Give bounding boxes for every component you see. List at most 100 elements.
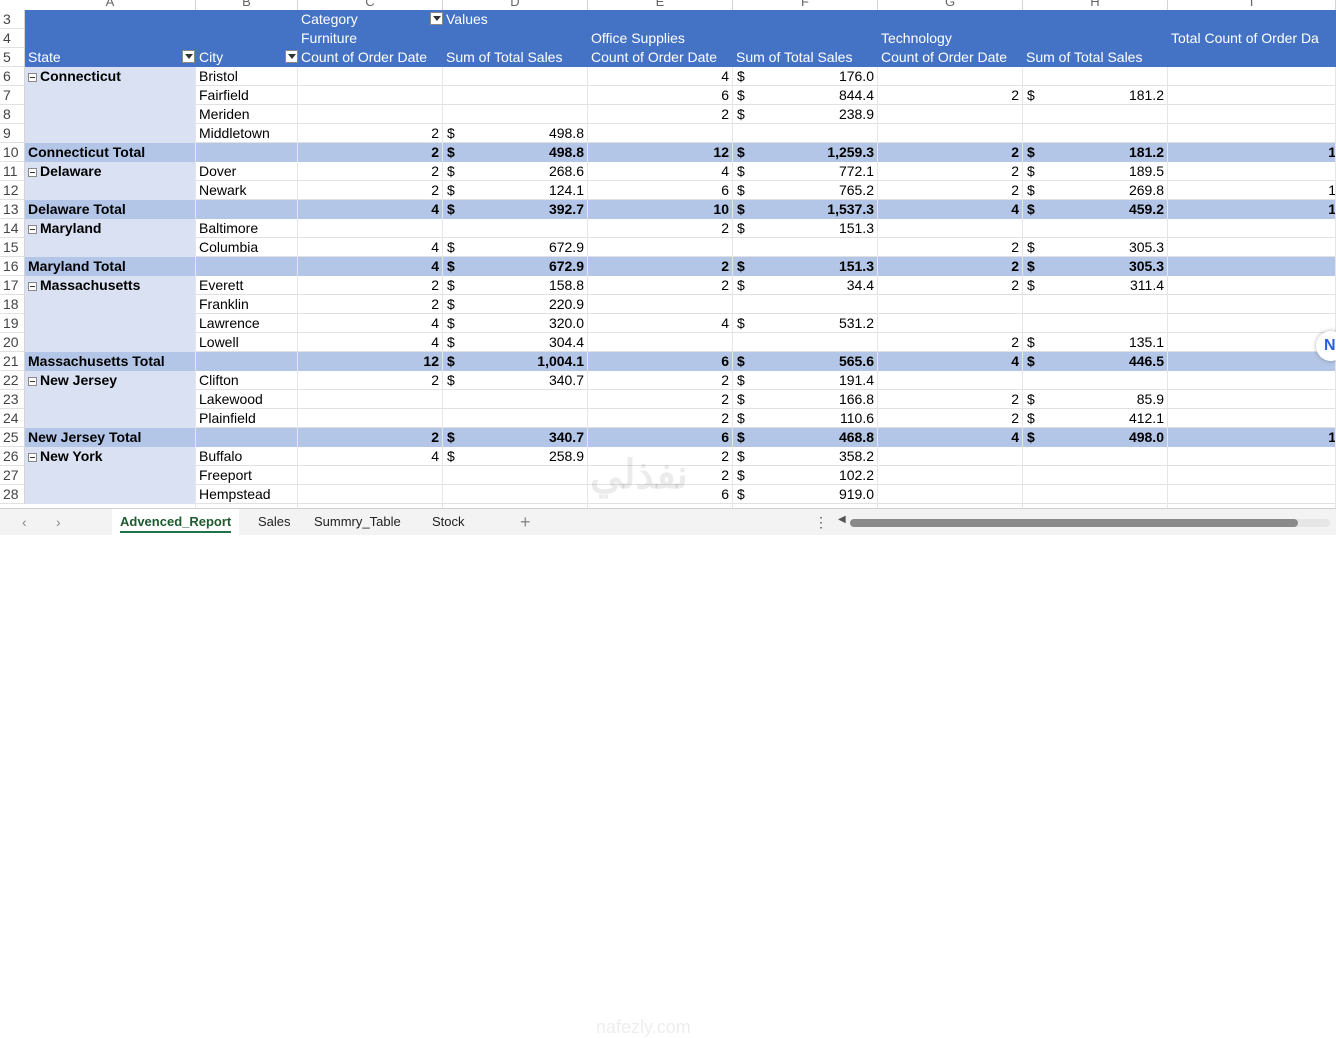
add-sheet-button[interactable]: + [520,509,531,535]
sheet-tab-summry_table[interactable]: Summry_Table [306,509,409,535]
values-header-label: Values [443,10,588,29]
state-column-background [25,86,196,105]
column-letter-8[interactable]: I [1168,0,1336,10]
sales-value: 498.8 [548,125,584,141]
row-number[interactable]: 14 [0,219,25,238]
state-column-background [25,333,196,352]
count-value [588,333,733,352]
row-number[interactable]: 22 [0,371,25,390]
state-name: Maryland [40,220,102,236]
row-number[interactable]: 5 [0,48,25,67]
sales-value [1023,219,1168,238]
row-number[interactable]: 9 [0,124,25,143]
prev-sheet-icon[interactable]: ‹ [22,509,27,535]
scroll-thumb[interactable] [850,519,1298,527]
row-number[interactable]: 25 [0,428,25,447]
row-number[interactable]: 26 [0,447,25,466]
count-value: 2 [721,106,729,122]
row-number[interactable]: 3 [0,10,25,29]
grand-total-count-value: 1 [1328,144,1336,160]
sales-value [1023,295,1168,314]
column-letter-4[interactable]: E [588,0,733,10]
row-number[interactable]: 7 [0,86,25,105]
column-gridline [732,67,733,508]
count-value: 4 [431,239,439,255]
grand-total-count-value [1168,276,1336,295]
sheet-tab-advenced_report[interactable]: Advenced_Report [112,509,240,535]
count-value: 4 [721,68,729,84]
collapse-icon[interactable] [28,452,37,462]
count-value: 2 [1011,258,1019,274]
row-number[interactable]: 21 [0,352,25,371]
column-gridline [877,67,878,508]
row-number[interactable]: 11 [0,162,25,181]
grand-total-count-value [1168,238,1336,257]
category-filter-button[interactable] [430,12,443,25]
sales-value: 565.6 [838,353,874,369]
sales-value: 191.4 [838,372,874,388]
row-number[interactable]: 12 [0,181,25,200]
column-letter-0[interactable]: A [25,0,196,10]
grand-total-count-value [1168,314,1336,333]
city-label: Columbia [199,239,259,255]
row-number[interactable]: 16 [0,257,25,276]
city-label: Franklin [199,296,249,312]
column-letter-1[interactable]: B [196,0,298,10]
collapse-icon[interactable] [28,281,37,291]
sheet-tab-stock[interactable]: Stock [424,509,473,535]
sales-value: 446.5 [1128,353,1164,369]
state-filter-button[interactable] [182,50,195,63]
city-filter-button[interactable] [285,50,298,63]
row-number[interactable]: 15 [0,238,25,257]
row-number[interactable]: 13 [0,200,25,219]
row-number[interactable]: 10 [0,143,25,162]
collapse-icon[interactable] [28,376,37,386]
sales-value [1023,105,1168,124]
row-number[interactable]: 17 [0,276,25,295]
count-value [298,466,443,485]
sales-value [733,295,878,314]
sales-value: 181.2 [1128,144,1164,160]
column-letter-3[interactable]: D [443,0,588,10]
collapse-icon[interactable] [28,224,37,234]
row-number[interactable]: 4 [0,29,25,48]
watermark-url: nafezly.com [596,1017,691,1037]
state-column-background [25,295,196,314]
sheet-tab-sales[interactable]: Sales [250,509,299,535]
city-label: Plainfield [199,410,256,426]
next-sheet-icon[interactable]: › [56,509,61,535]
count-value: 2 [431,296,439,312]
column-letter-2[interactable]: C [298,0,443,10]
count-value [878,295,1023,314]
row-number[interactable]: 20 [0,333,25,352]
sales-value [733,124,878,143]
column-letter-5[interactable]: F [733,0,878,10]
row-number[interactable]: 24 [0,409,25,428]
column-gridline [297,67,298,508]
sales-value: 1,537.3 [827,201,874,217]
collapse-icon[interactable] [28,72,37,82]
row-number[interactable]: 23 [0,390,25,409]
row-number[interactable]: 28 [0,485,25,504]
row-number[interactable]: 18 [0,295,25,314]
more-options-icon[interactable]: ⋮ [814,509,828,535]
state-label: Connecticut [25,67,196,86]
column-letter-7[interactable]: H [1023,0,1168,10]
grand-total-count-value [1168,485,1336,504]
row-number[interactable]: 19 [0,314,25,333]
count-value: 2 [1011,391,1019,407]
state-column-background [25,390,196,409]
column-letter-6[interactable]: G [878,0,1023,10]
row-number[interactable]: 8 [0,105,25,124]
collapse-icon[interactable] [28,167,37,177]
sales-value: 672.9 [548,239,584,255]
row-number[interactable]: 6 [0,67,25,86]
horizontal-scrollbar[interactable]: ◀ [838,514,1336,529]
count-value: 2 [721,391,729,407]
spreadsheet-grid[interactable]: ABCDEFGHI 3 4 5 Category Values Furniture Offi… [0,0,1336,508]
count-value [298,485,443,504]
scroll-left-icon[interactable]: ◀ [838,514,846,525]
row-number[interactable]: 27 [0,466,25,485]
count-value [878,219,1023,238]
state-column-background [25,105,196,124]
